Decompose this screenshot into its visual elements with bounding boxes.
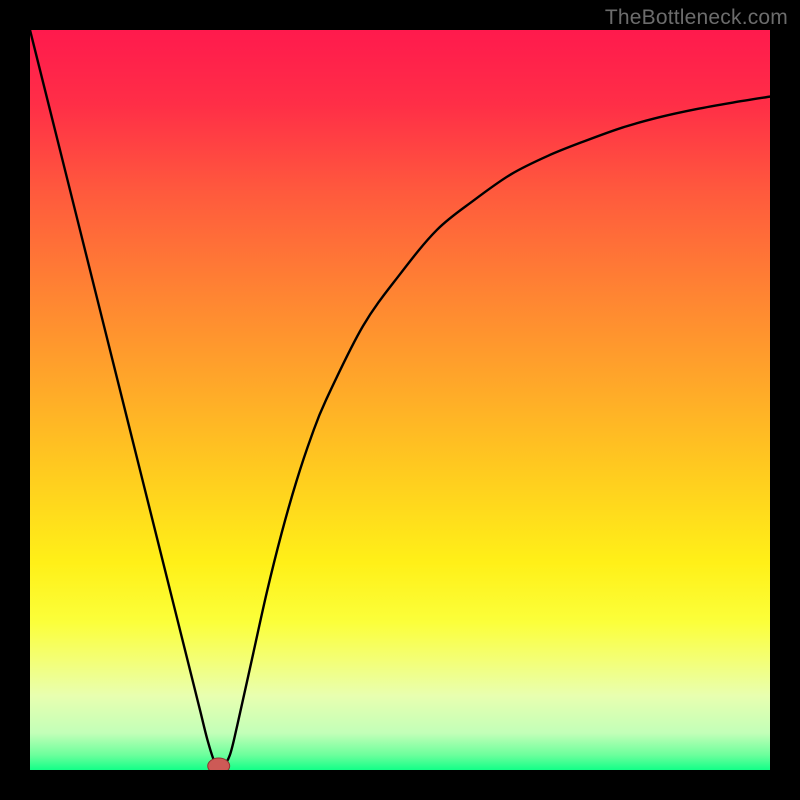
minimum-marker-icon: [208, 758, 230, 770]
chart-frame: TheBottleneck.com: [0, 0, 800, 800]
plot-area: [30, 30, 770, 770]
chart-svg: [30, 30, 770, 770]
gradient-background: [30, 30, 770, 770]
watermark-label: TheBottleneck.com: [605, 6, 788, 30]
